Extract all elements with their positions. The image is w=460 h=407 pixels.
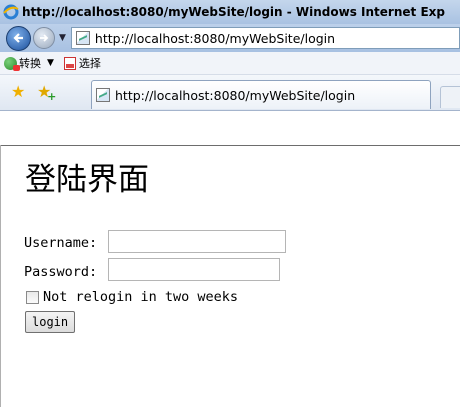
tab-bar: ★ ★ http://localhost:8080/myWebSite/logi… [0, 75, 460, 111]
back-arrow-icon [12, 33, 23, 43]
address-url[interactable]: http://localhost:8080/myWebSite/login [95, 31, 335, 46]
select-button[interactable]: 选择 [63, 55, 101, 71]
forward-button[interactable] [33, 27, 55, 49]
username-input[interactable] [108, 230, 286, 253]
remember-me-checkbox[interactable] [26, 290, 39, 304]
page-icon [75, 31, 90, 45]
window-title: http://localhost:8080/myWebSite/login - … [22, 5, 445, 19]
address-bar[interactable]: http://localhost:8080/myWebSite/login [70, 27, 460, 49]
command-bar: 转换 ▼ 选择 [0, 52, 460, 75]
forward-arrow-icon [40, 34, 49, 42]
add-favorite-icon[interactable]: ★ [37, 84, 57, 106]
translate-label: 转换 [19, 57, 41, 70]
new-tab-button[interactable] [440, 86, 460, 108]
tab-label: http://localhost:8080/myWebSite/login [115, 87, 356, 103]
tab-page-icon [96, 88, 110, 102]
back-button[interactable] [6, 25, 31, 51]
password-label: Password: [24, 264, 98, 280]
page-title: 登陆界面 [25, 162, 149, 198]
select-icon [63, 56, 76, 70]
password-input[interactable] [108, 258, 280, 281]
select-label: 选择 [78, 57, 101, 70]
translate-button[interactable]: 转换 [4, 55, 41, 71]
translate-icon [4, 56, 20, 71]
remember-me-label: Not relogin in two weeks [43, 289, 239, 305]
tab-login[interactable]: http://localhost:8080/myWebSite/login [91, 80, 431, 109]
favorites-star-icon[interactable]: ★ [11, 84, 25, 100]
history-dropdown-icon[interactable]: ▼ [59, 33, 66, 43]
chevron-down-icon[interactable]: ▼ [47, 58, 54, 68]
window-title-bar: http://localhost:8080/myWebSite/login - … [0, 0, 460, 24]
navigation-bar: ▼ http://localhost:8080/myWebSite/login [0, 24, 460, 52]
remember-me-row[interactable]: Not relogin in two weeks [26, 289, 238, 305]
login-button[interactable]: login [25, 311, 76, 333]
username-label: Username: [24, 235, 98, 251]
internet-explorer-icon [3, 4, 19, 20]
